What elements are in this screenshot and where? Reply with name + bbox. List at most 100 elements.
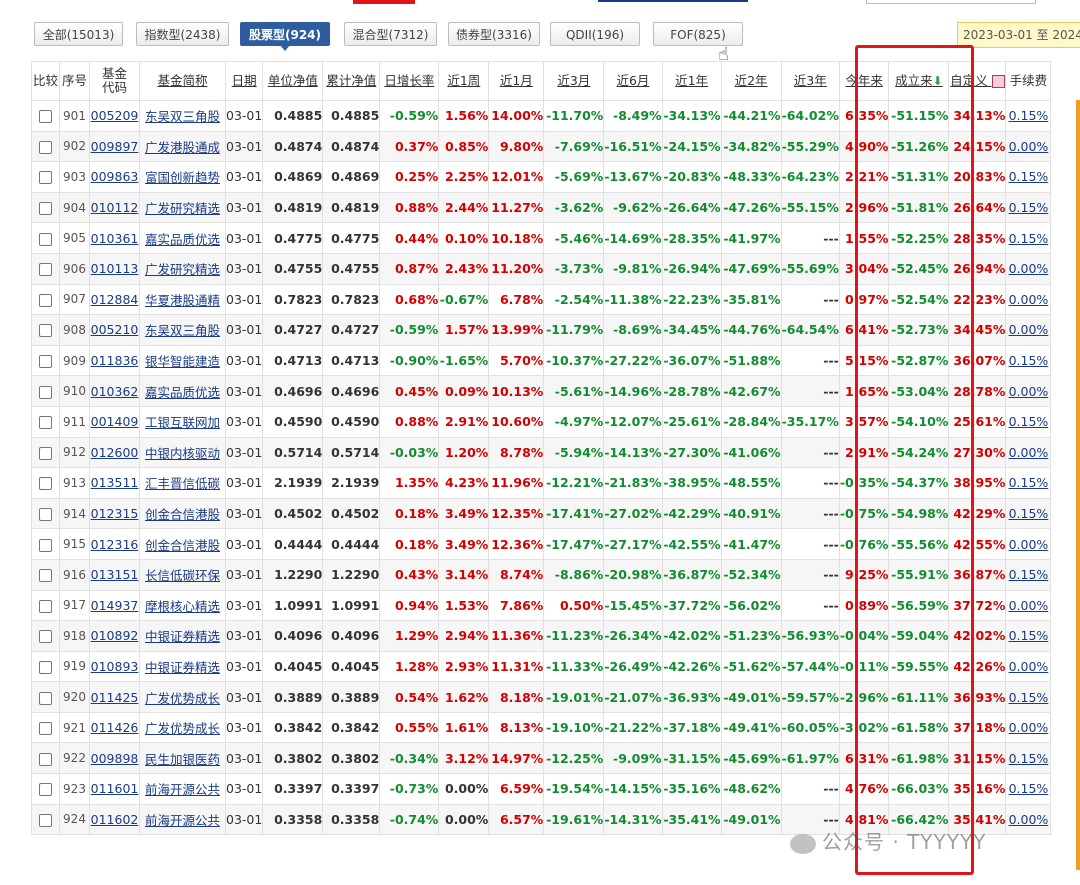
fee-link[interactable]: 0.00% (1009, 292, 1049, 307)
fee-link[interactable]: 0.15% (1009, 108, 1049, 123)
fee-link[interactable]: 0.15% (1009, 200, 1049, 215)
fee-link[interactable]: 0.00% (1009, 812, 1049, 827)
compare-checkbox[interactable] (39, 171, 52, 185)
fee-link[interactable]: 0.00% (1009, 598, 1049, 613)
compare-checkbox[interactable] (39, 263, 52, 277)
col-2y[interactable]: 近2年 (720, 61, 782, 101)
compare-checkbox[interactable] (39, 140, 52, 154)
fund-code-link[interactable]: 013151 (91, 567, 139, 582)
col-1y[interactable]: 近1年 (661, 61, 722, 101)
fee-link[interactable]: 0.00% (1009, 139, 1049, 154)
fund-name-link[interactable]: 广发优势成长 (145, 721, 220, 736)
fund-code-link[interactable]: 010362 (91, 384, 139, 399)
fee-link[interactable]: 0.15% (1009, 781, 1049, 796)
compare-checkbox[interactable] (39, 752, 52, 766)
col-1m[interactable]: 近1月 (488, 61, 545, 101)
fee-link[interactable]: 0.00% (1009, 659, 1049, 674)
fund-code-link[interactable]: 009897 (91, 139, 139, 154)
fee-link[interactable]: 0.15% (1009, 690, 1049, 705)
col-since-inception[interactable]: 成立来⬇ (888, 61, 950, 101)
fund-code-link[interactable]: 012600 (91, 445, 139, 460)
compare-checkbox[interactable] (39, 355, 52, 369)
fund-name-link[interactable]: 银华智能建造 (145, 354, 220, 369)
fund-code-link[interactable]: 010361 (91, 231, 139, 246)
fund-code-link[interactable]: 014937 (91, 598, 139, 613)
compare-checkbox[interactable] (39, 508, 52, 522)
fund-code-link[interactable]: 011425 (91, 690, 139, 705)
fund-name-link[interactable]: 广发港股通成 (145, 140, 220, 155)
compare-checkbox[interactable] (39, 783, 52, 797)
fee-link[interactable]: 0.00% (1009, 261, 1049, 276)
col-3m[interactable]: 近3月 (543, 61, 605, 101)
tab-fof[interactable]: FOF(825) (653, 22, 743, 46)
tab-index[interactable]: 指数型(2438) (136, 22, 229, 46)
col-daily[interactable]: 日增长率 (379, 61, 440, 101)
fund-name-link[interactable]: 民生加银医药 (145, 752, 220, 767)
fee-link[interactable]: 0.00% (1009, 537, 1049, 552)
fund-name-link[interactable]: 东吴双三角股 (145, 323, 220, 338)
compare-checkbox[interactable] (39, 630, 52, 644)
fund-code-link[interactable]: 010113 (91, 261, 139, 276)
fund-name-link[interactable]: 长信低碳环保 (145, 568, 220, 583)
compare-checkbox[interactable] (39, 416, 52, 430)
tab-qdii[interactable]: QDII(196) (550, 22, 640, 46)
compare-checkbox[interactable] (39, 385, 52, 399)
fund-name-link[interactable]: 中银证券精选 (145, 629, 220, 644)
tab-bond[interactable]: 债券型(3316) (448, 22, 540, 46)
compare-checkbox[interactable] (39, 202, 52, 216)
fund-code-link[interactable]: 001409 (91, 414, 139, 429)
fund-name-link[interactable]: 广发研究精选 (145, 262, 220, 277)
col-3y[interactable]: 近3年 (780, 61, 840, 101)
fund-code-link[interactable]: 010112 (91, 200, 139, 215)
compare-checkbox[interactable] (39, 599, 52, 613)
fee-link[interactable]: 0.00% (1009, 384, 1049, 399)
col-1w[interactable]: 近1周 (438, 61, 490, 101)
col-name[interactable]: 基金简称 (139, 61, 226, 101)
fund-code-link[interactable]: 012315 (91, 506, 139, 521)
fee-link[interactable]: 0.15% (1009, 628, 1049, 643)
fund-name-link[interactable]: 中银证券精选 (145, 660, 220, 675)
fund-code-link[interactable]: 005209 (91, 108, 139, 123)
fee-link[interactable]: 0.15% (1009, 506, 1049, 521)
tab-hybrid[interactable]: 混合型(7312) (344, 22, 437, 46)
compare-checkbox[interactable] (39, 813, 52, 827)
fund-code-link[interactable]: 011601 (91, 781, 139, 796)
compare-checkbox[interactable] (39, 324, 52, 338)
fund-name-link[interactable]: 创金合信港股 (145, 538, 220, 553)
fund-name-link[interactable]: 创金合信港股 (145, 507, 220, 522)
fund-name-link[interactable]: 前海开源公共 (145, 782, 220, 797)
compare-checkbox[interactable] (39, 722, 52, 736)
fund-name-link[interactable]: 富国创新趋势 (145, 170, 220, 185)
fee-link[interactable]: 0.00% (1009, 322, 1049, 337)
compare-checkbox[interactable] (39, 232, 52, 246)
col-6m[interactable]: 近6月 (603, 61, 663, 101)
compare-checkbox[interactable] (39, 538, 52, 552)
fund-code-link[interactable]: 011426 (91, 720, 139, 735)
compare-checkbox[interactable] (39, 691, 52, 705)
fund-code-link[interactable]: 011602 (91, 812, 139, 827)
fund-name-link[interactable]: 广发研究精选 (145, 201, 220, 216)
col-acc-nav[interactable]: 累计净值 (322, 61, 381, 101)
fund-name-link[interactable]: 汇丰晋信低碳 (145, 476, 220, 491)
fund-code-link[interactable]: 009898 (91, 751, 139, 766)
fund-code-link[interactable]: 013511 (91, 475, 139, 490)
fund-code-link[interactable]: 009863 (91, 169, 139, 184)
fund-name-link[interactable]: 华夏港股通精 (145, 293, 220, 308)
col-custom[interactable]: 自定义 (948, 61, 1007, 101)
col-unit-nav[interactable]: 单位净值 (262, 61, 324, 101)
fund-name-link[interactable]: 前海开源公共 (145, 813, 220, 828)
compare-checkbox[interactable] (39, 293, 52, 307)
fee-link[interactable]: 0.15% (1009, 567, 1049, 582)
fund-code-link[interactable]: 005210 (91, 322, 139, 337)
fund-code-link[interactable]: 011836 (91, 353, 139, 368)
fund-name-link[interactable]: 广发优势成长 (145, 691, 220, 706)
tab-stock[interactable]: 股票型(924) (240, 22, 330, 51)
fund-name-link[interactable]: 东吴双三角股 (145, 109, 220, 124)
compare-checkbox[interactable] (39, 477, 52, 491)
fee-link[interactable]: 0.00% (1009, 445, 1049, 460)
compare-checkbox[interactable] (39, 660, 52, 674)
calendar-icon[interactable] (991, 75, 1005, 88)
fee-link[interactable]: 0.15% (1009, 231, 1049, 246)
fee-link[interactable]: 0.15% (1009, 475, 1049, 490)
compare-checkbox[interactable] (39, 569, 52, 583)
